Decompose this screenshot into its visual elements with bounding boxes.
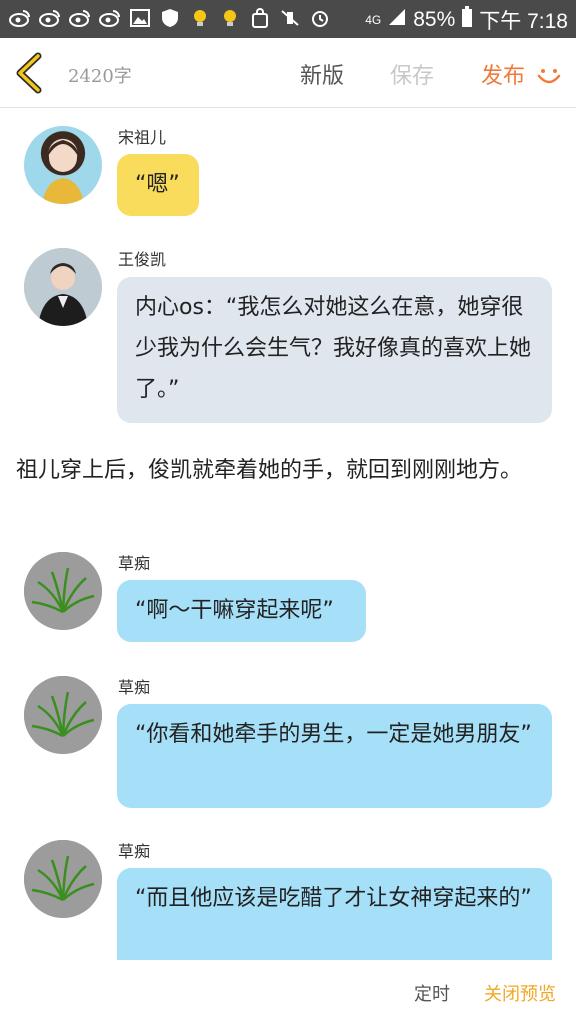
signal-icon: [387, 7, 407, 33]
notification-icons: [8, 7, 332, 29]
status-bar: 4G 85% 下午 7:18: [0, 0, 576, 38]
sender-name: 草痴: [118, 678, 151, 697]
chat-bubble: “嗯”: [117, 154, 199, 216]
sender-name: 宋祖儿: [118, 128, 167, 147]
avatar[interactable]: [24, 126, 102, 204]
battery-icon: [461, 6, 473, 34]
bulb-icon: [188, 7, 212, 29]
chat-bubble: “啊～干嘛穿起来呢”: [117, 580, 366, 642]
avatar[interactable]: [24, 552, 102, 630]
publish-button[interactable]: 发布: [481, 58, 525, 90]
sender-name: 草痴: [118, 554, 151, 573]
chevron-left-icon: [16, 52, 42, 94]
weibo-icon: [68, 7, 92, 29]
clock-time: 下午 7:18: [479, 10, 568, 33]
save-button[interactable]: 保存: [390, 58, 434, 90]
battery-percent: 85%: [413, 8, 456, 31]
mute-icon: [278, 7, 302, 29]
avatar[interactable]: [24, 840, 102, 918]
avatar[interactable]: [24, 676, 102, 754]
image-icon: [128, 7, 152, 29]
chat-bubble: “而且他应该是吃醋了才让女神穿起来的”: [117, 868, 552, 960]
sender-name: 王俊凯: [118, 250, 167, 269]
editor-toolbar: 2420字 新版 保存 发布: [0, 38, 576, 108]
sender-name: 草痴: [118, 842, 151, 861]
chat-bubble: 内心os：“我怎么对她这么在意，她穿很少我为什么会生气？我好像真的喜欢上她了。”: [117, 277, 552, 423]
system-status: 4G 85% 下午 7:18: [365, 5, 568, 35]
narration-text: 祖儿穿上后，俊凯就牵着她的手，就回到刚刚地方。: [16, 458, 523, 483]
shield-icon: [158, 7, 182, 29]
schedule-button[interactable]: 定时: [414, 980, 450, 1006]
smile-icon[interactable]: [536, 62, 562, 88]
bag-icon: [248, 7, 272, 29]
avatar[interactable]: [24, 248, 102, 326]
new-version-button[interactable]: 新版: [300, 58, 344, 90]
bulb-icon: [218, 7, 242, 29]
word-count: 2420字: [68, 66, 132, 87]
bottom-bar: 定时 关闭预览: [0, 960, 576, 1024]
close-preview-button[interactable]: 关闭预览: [484, 980, 556, 1006]
weibo-icon: [8, 7, 32, 29]
weibo-icon: [38, 7, 62, 29]
weibo-icon: [98, 7, 122, 29]
back-button[interactable]: [12, 52, 48, 94]
network-type: 4G: [365, 13, 382, 27]
chat-bubble: “你看和她牵手的男生，一定是她男朋友”: [117, 704, 552, 808]
alarm-icon: [308, 7, 332, 29]
